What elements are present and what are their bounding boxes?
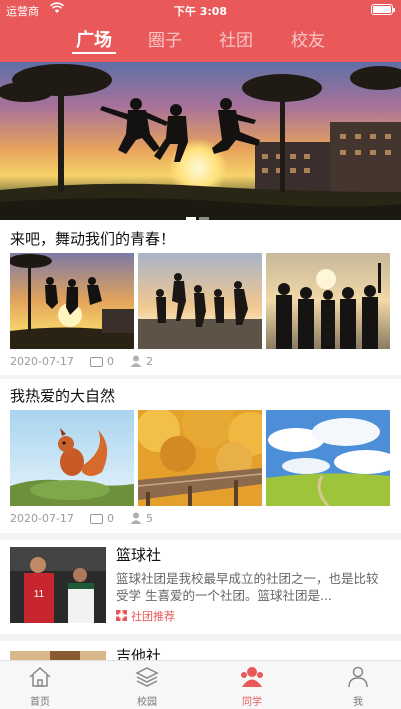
comment-icon — [90, 514, 103, 524]
layers-icon — [135, 667, 159, 687]
post-image-2[interactable] — [138, 410, 262, 506]
status-time: 下午 3:08 — [173, 5, 228, 18]
tab-me-label: 我 — [353, 697, 363, 708]
red-squirrel-image — [10, 410, 134, 506]
autumn-boardwalk-image — [138, 410, 262, 506]
silhouette-jump-sunset-image — [10, 253, 134, 349]
top-tab-bar: 广场 圈子 社团 校友 — [0, 26, 401, 60]
comment-count: 0 — [107, 512, 114, 525]
member-count: 5 — [146, 512, 153, 525]
section-divider — [0, 533, 401, 540]
post-title: 来吧，舞动我们的青春！ — [10, 230, 176, 248]
banner-page-indicator — [186, 205, 216, 220]
silhouette-jump-beach-image — [138, 253, 262, 349]
comment-count: 0 — [107, 355, 114, 368]
member-count: 2 — [146, 355, 153, 368]
member-icon — [130, 512, 142, 524]
club-tag-label: 社团推荐 — [131, 610, 175, 623]
home-icon — [29, 666, 51, 687]
guitar-image — [10, 651, 106, 660]
section-divider — [0, 375, 401, 379]
classmates-icon — [241, 667, 263, 687]
tab-me[interactable]: 我 — [328, 661, 388, 709]
post-date: 2020-07-17 — [10, 512, 74, 525]
club-description: 篮球社团是我校最早成立的社团之一，也是比较受学 生喜爱的一个社团。篮球社团是..… — [116, 571, 379, 603]
member-icon — [130, 355, 142, 367]
banner-dot — [199, 217, 209, 220]
post-image-2[interactable] — [138, 253, 262, 349]
tab-home[interactable]: 首页 — [10, 661, 70, 709]
post-image-3[interactable] — [266, 410, 390, 506]
club-name: 篮球社 — [116, 546, 162, 564]
post-image-1[interactable] — [10, 410, 134, 506]
status-bar: 运营商 下午 3:08 — [0, 0, 401, 20]
person-icon — [348, 666, 368, 688]
green-field-clouds-image — [266, 410, 390, 506]
banner-carousel[interactable] — [0, 62, 401, 220]
app-header: 运营商 下午 3:08 广场 圈子 社团 校友 — [0, 0, 401, 62]
recommend-icon — [116, 610, 127, 621]
battery-icon — [371, 4, 395, 15]
club-image: 11 — [10, 547, 106, 623]
basketball-players-image: 11 — [10, 547, 106, 623]
club-image — [10, 648, 106, 660]
svg-text:11: 11 — [34, 589, 45, 600]
post-image-3[interactable] — [266, 253, 390, 349]
tab-campus-label: 校园 — [137, 697, 157, 708]
banner-dot-active — [186, 217, 196, 220]
tab-alumni[interactable]: 校友 — [288, 26, 328, 60]
post-image-1[interactable] — [10, 253, 134, 349]
comment-icon — [90, 357, 103, 367]
tab-home-label: 首页 — [30, 697, 50, 708]
club-recommend-tag: 社团推荐 — [116, 608, 175, 624]
banner-illustration — [0, 64, 401, 220]
post-title: 我热爱的大自然 — [10, 387, 116, 405]
tab-campus[interactable]: 校园 — [117, 661, 177, 709]
tab-clubs[interactable]: 社团 — [216, 26, 256, 60]
bottom-tab-bar: 首页 校园 同学 我 — [0, 660, 401, 709]
tab-square[interactable]: 广场 — [72, 26, 116, 60]
tab-classmates-label: 同学 — [242, 697, 262, 708]
tab-classmates[interactable]: 同学 — [222, 661, 282, 709]
tab-circle[interactable]: 圈子 — [145, 26, 185, 60]
section-divider — [0, 634, 401, 641]
post-date: 2020-07-17 — [10, 355, 74, 368]
silhouette-group-pier-image — [266, 253, 390, 349]
